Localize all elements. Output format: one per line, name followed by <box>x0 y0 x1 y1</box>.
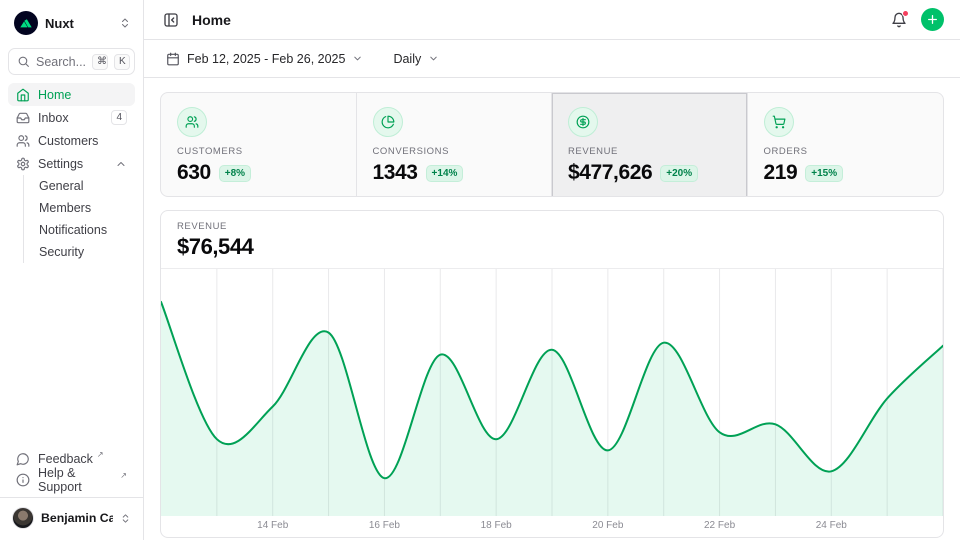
chevrons-up-down-icon <box>120 513 131 524</box>
stat-value: 1343 <box>373 161 418 185</box>
date-range-label: Feb 12, 2025 - Feb 26, 2025 <box>187 52 345 66</box>
stat-label: ORDERS <box>764 146 928 157</box>
search-input[interactable]: Search... ⌘ K <box>8 48 135 75</box>
sidebar-item-security[interactable]: Security <box>35 241 135 263</box>
top-header: Home <box>144 0 960 40</box>
stat-card-orders[interactable]: ORDERS 219 +15% <box>748 93 944 197</box>
plus-icon <box>926 13 939 26</box>
stat-delta-badge: +14% <box>426 165 464 182</box>
team-switcher-button[interactable]: Nuxt <box>8 8 135 38</box>
granularity-select[interactable]: Daily <box>387 48 445 70</box>
user-name: Benjamin Canac <box>41 511 113 525</box>
topbar-actions <box>889 8 944 31</box>
stat-label: REVENUE <box>568 146 731 157</box>
sidebar-item-home[interactable]: Home <box>8 83 135 106</box>
external-link-icon: ↗ <box>97 450 104 459</box>
stat-label: CONVERSIONS <box>373 146 536 157</box>
circle-dollar-icon <box>568 107 598 137</box>
sidebar-item-members[interactable]: Members <box>35 197 135 219</box>
dashboard-content: CUSTOMERS 630 +8% CONVERSIONS 1343 +14% <box>144 78 960 540</box>
chevron-down-icon <box>352 53 363 64</box>
nuxt-logo-icon <box>14 11 38 35</box>
sidebar-spacer <box>8 263 135 448</box>
chart-header: REVENUE $76,544 <box>161 211 943 269</box>
stats-row: CUSTOMERS 630 +8% CONVERSIONS 1343 +14% <box>160 92 944 197</box>
external-link-icon: ↗ <box>120 471 127 480</box>
sidebar-divider <box>0 497 143 498</box>
message-circle-icon <box>16 452 30 466</box>
granularity-label: Daily <box>393 52 421 66</box>
revenue-chart-card: REVENUE $76,544 14 Feb 16 Feb 18 Feb 20 Feb… <box>160 210 944 538</box>
date-range-picker-button[interactable]: Feb 12, 2025 - Feb 26, 2025 <box>160 48 369 70</box>
x-axis-label: 18 Feb <box>481 520 512 531</box>
filters-toolbar: Feb 12, 2025 - Feb 26, 2025 Daily <box>144 40 960 78</box>
search-placeholder: Search... <box>36 55 86 69</box>
stat-value: 219 <box>764 161 798 185</box>
main-area: Home Feb 12, 2025 - Feb 26, 2025 <box>144 0 960 540</box>
users-icon <box>177 107 207 137</box>
sidebar-nav: Home Inbox 4 Customers Settings <box>8 83 135 263</box>
stat-card-customers[interactable]: CUSTOMERS 630 +8% <box>161 93 357 197</box>
chart-title: REVENUE <box>177 221 927 232</box>
kbd-meta: ⌘ <box>92 54 108 70</box>
revenue-area-chart[interactable] <box>161 269 943 516</box>
sidebar-item-inbox[interactable]: Inbox 4 <box>8 106 135 129</box>
sidebar-item-general[interactable]: General <box>35 175 135 197</box>
sidebar-item-settings[interactable]: Settings <box>8 152 135 175</box>
search-icon <box>17 55 30 68</box>
add-button[interactable] <box>921 8 944 31</box>
sidebar-item-notifications[interactable]: Notifications <box>35 219 135 241</box>
chart-pie-icon <box>373 107 403 137</box>
sidebar: Nuxt Search... ⌘ K Home <box>0 0 144 540</box>
stat-value: 630 <box>177 161 211 185</box>
sidebar-item-customers[interactable]: Customers <box>8 129 135 152</box>
sidebar-collapse-button[interactable] <box>160 9 182 31</box>
inbox-count-badge: 4 <box>111 110 127 125</box>
user-menu-button[interactable]: Benjamin Canac <box>8 504 135 532</box>
kbd-k: K <box>114 54 130 70</box>
settings-sub-nav: General Members Notifications Security <box>23 175 135 263</box>
x-axis-label: 14 Feb <box>257 520 288 531</box>
notification-dot <box>902 10 909 17</box>
chevrons-up-down-icon <box>119 17 131 29</box>
shopping-cart-icon <box>764 107 794 137</box>
team-name: Nuxt <box>45 16 112 31</box>
info-icon <box>16 473 30 487</box>
stat-card-conversions[interactable]: CONVERSIONS 1343 +14% <box>357 93 553 197</box>
x-axis-label: 22 Feb <box>704 520 735 531</box>
calendar-icon <box>166 52 180 66</box>
help-support-link[interactable]: Help & Support ↗ <box>8 469 135 490</box>
users-icon <box>16 134 30 148</box>
chevron-down-icon <box>428 53 439 64</box>
notifications-button[interactable] <box>889 10 909 30</box>
x-axis-label: 16 Feb <box>369 520 400 531</box>
chart-total-value: $76,544 <box>177 234 927 260</box>
home-icon <box>16 88 30 102</box>
stat-delta-badge: +20% <box>660 165 698 182</box>
x-axis-label: 24 Feb <box>816 520 847 531</box>
chart-x-axis: 14 Feb 16 Feb 18 Feb 20 Feb 22 Feb 24 Feb <box>161 516 943 537</box>
stat-card-revenue[interactable]: REVENUE $477,626 +20% <box>552 93 748 197</box>
inbox-icon <box>16 111 30 125</box>
x-axis-label: 20 Feb <box>592 520 623 531</box>
stat-delta-badge: +15% <box>805 165 843 182</box>
chevron-up-icon <box>115 158 127 170</box>
avatar <box>12 507 34 529</box>
app-window: Nuxt Search... ⌘ K Home <box>0 0 960 540</box>
stat-delta-badge: +8% <box>219 165 251 182</box>
gear-icon <box>16 157 30 171</box>
page-title: Home <box>192 12 231 28</box>
stat-label: CUSTOMERS <box>177 146 340 157</box>
stat-value: $477,626 <box>568 161 652 185</box>
